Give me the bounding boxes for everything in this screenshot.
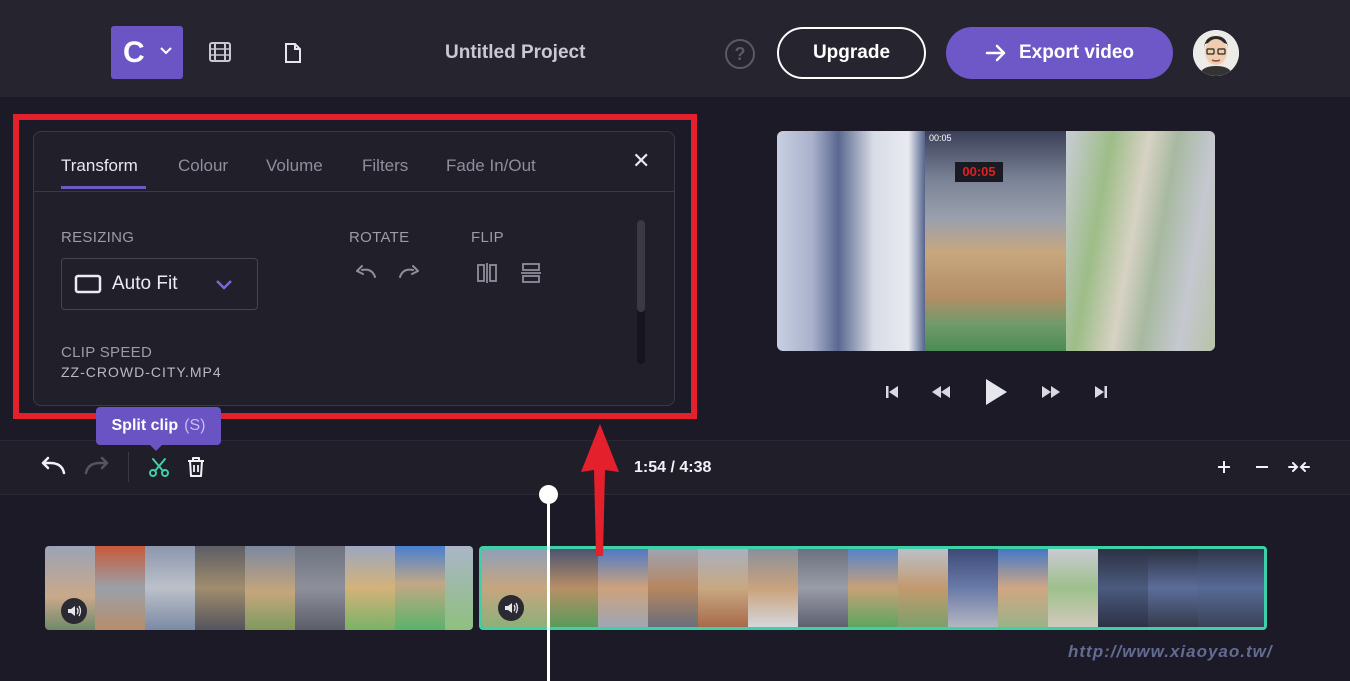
tab-colour[interactable]: Colour [178, 156, 228, 176]
clip-frame [95, 546, 145, 630]
clip-frame [748, 549, 798, 627]
clip-volume-button[interactable] [498, 595, 524, 621]
video-preview[interactable]: 00:05 00:05 [777, 131, 1215, 351]
clip-frame [245, 546, 295, 630]
avatar[interactable] [1193, 30, 1239, 76]
tab-volume[interactable]: Volume [266, 156, 323, 176]
clip-frame [898, 549, 948, 627]
split-clip-tooltip: Split clip (S) [96, 407, 221, 445]
clip-volume-button[interactable] [61, 598, 87, 624]
rotate-right-icon[interactable] [397, 263, 421, 281]
timecode: 1:54 / 4:38 [634, 459, 712, 476]
chevron-down-icon [160, 47, 172, 55]
close-icon[interactable]: ✕ [632, 148, 650, 174]
scissors-icon[interactable] [148, 457, 170, 477]
resize-dropdown[interactable]: Auto Fit [61, 258, 258, 310]
rewind-icon[interactable] [930, 384, 952, 400]
logo-menu-button[interactable]: C [111, 26, 183, 79]
clip-frame [648, 549, 698, 627]
clip-frame [145, 546, 195, 630]
undo-icon[interactable] [39, 456, 67, 476]
chevron-down-icon [216, 280, 232, 290]
preview-overlay-time: 00:05 [929, 133, 952, 143]
clip-frame [195, 546, 245, 630]
clip-frame [395, 546, 445, 630]
tab-filters[interactable]: Filters [362, 156, 408, 176]
annotation-arrow-icon [581, 424, 619, 556]
watermark-text: http://www.xiaoyao.tw/ [1068, 642, 1273, 661]
flip-vertical-icon[interactable] [520, 262, 542, 284]
clip-frame [798, 549, 848, 627]
clip-frame [698, 549, 748, 627]
playhead-handle[interactable] [539, 485, 558, 504]
project-title[interactable]: Untitled Project [445, 42, 585, 64]
active-tab-indicator [61, 186, 146, 189]
transform-panel: Transform Colour Volume Filters Fade In/… [33, 131, 675, 406]
flip-label: FLIP [471, 229, 504, 246]
rotate-label: ROTATE [349, 229, 410, 246]
timeline-clip-1[interactable] [45, 546, 473, 630]
clip-frame [1098, 549, 1148, 627]
export-video-label: Export video [1018, 42, 1135, 63]
clip-frame [445, 546, 473, 630]
logo-letter: C [123, 35, 145, 69]
clip-frame [295, 546, 345, 630]
fit-timeline-icon[interactable] [1288, 459, 1310, 475]
clip-frame [598, 549, 648, 627]
film-icon[interactable] [208, 41, 232, 63]
zoom-out-icon[interactable] [1254, 459, 1270, 475]
resize-value: Auto Fit [112, 273, 178, 294]
speaker-icon [505, 602, 519, 614]
toolbar-divider [128, 452, 129, 482]
document-icon[interactable] [284, 42, 302, 64]
clip-speed-label: CLIP SPEED [61, 344, 153, 361]
clip-frame [948, 549, 998, 627]
clip-frame [998, 549, 1048, 627]
clip-file-name: ZZ-CROWD-CITY.MP4 [61, 364, 222, 380]
tab-transform[interactable]: Transform [61, 156, 138, 176]
flip-horizontal-icon[interactable] [476, 262, 498, 284]
zoom-in-icon[interactable] [1216, 459, 1232, 475]
skip-back-icon[interactable] [884, 384, 900, 400]
clip-frame [1048, 549, 1098, 627]
clip-frame [848, 549, 898, 627]
resizing-label: RESIZING [61, 229, 135, 246]
preview-overlay-timer: 00:05 [955, 162, 1003, 182]
upgrade-button[interactable]: Upgrade [777, 27, 926, 79]
play-icon[interactable] [983, 377, 1009, 407]
tooltip-label: Split clip [111, 417, 179, 434]
tab-fade-in-out[interactable]: Fade In/Out [446, 156, 536, 176]
rotate-left-icon[interactable] [354, 263, 378, 281]
speaker-icon [68, 605, 82, 617]
clip-frame [1198, 549, 1264, 627]
tooltip-shortcut: (S) [184, 417, 206, 434]
fast-forward-icon[interactable] [1040, 384, 1062, 400]
clip-frame [548, 549, 598, 627]
trash-icon[interactable] [186, 456, 206, 478]
screen-icon [74, 274, 102, 294]
clip-frame [1148, 549, 1198, 627]
playhead-line[interactable] [547, 494, 550, 681]
panel-scrollbar-thumb[interactable] [637, 220, 645, 312]
help-icon[interactable]: ? [725, 39, 755, 69]
panel-tabs: Transform Colour Volume Filters Fade In/… [34, 132, 674, 192]
avatar-face-icon [1193, 30, 1239, 76]
clip-frame [345, 546, 395, 630]
tooltip-pointer [150, 445, 162, 451]
arrow-right-icon [985, 44, 1006, 62]
skip-forward-icon[interactable] [1093, 384, 1109, 400]
top-bar: C Untitled Project ? Upgrade Export vide… [0, 0, 1350, 97]
export-video-button[interactable]: Export video [946, 27, 1173, 79]
preview-blur-right [1066, 131, 1215, 351]
redo-icon[interactable] [83, 456, 111, 476]
